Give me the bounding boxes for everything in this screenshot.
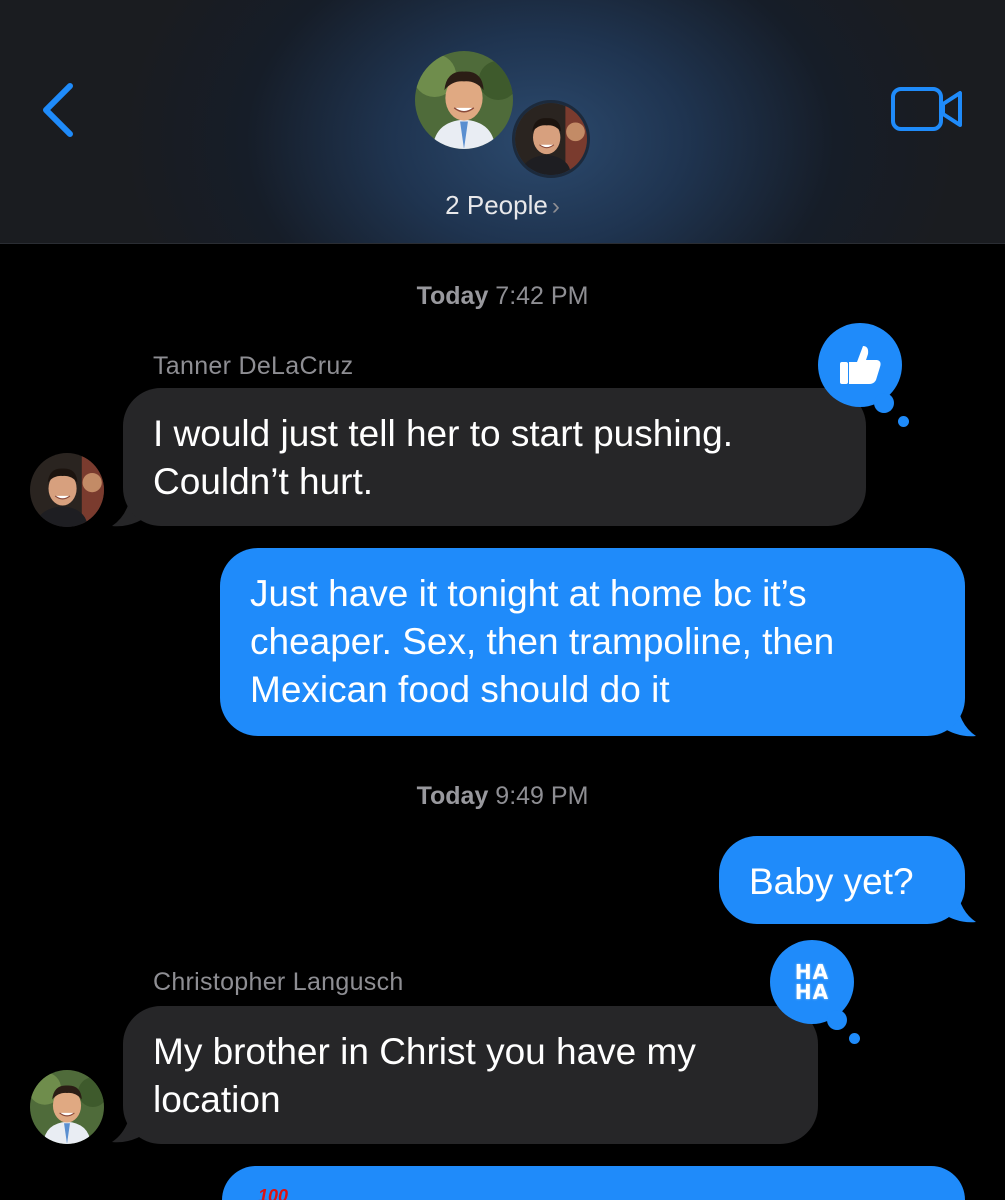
video-camera-icon bbox=[891, 87, 962, 131]
timestamp-day: Today bbox=[416, 282, 489, 310]
timestamp-divider: Today 9:49 PM bbox=[0, 782, 1005, 811]
avatar-tanner[interactable] bbox=[512, 100, 590, 178]
tapback-tail bbox=[874, 393, 894, 413]
tapback-tail bbox=[849, 1033, 860, 1044]
message-line: My brother in Christ you have my bbox=[153, 1031, 696, 1072]
message-line: location bbox=[153, 1079, 281, 1120]
chevron-left-icon bbox=[43, 83, 73, 137]
message-bubble-incoming[interactable]: I would just tell her to start pushing. … bbox=[123, 388, 866, 526]
message-bubble-outgoing[interactable]: 100 bbox=[222, 1166, 965, 1200]
avatar-christopher[interactable] bbox=[30, 1070, 104, 1144]
participants-link[interactable]: 2 People › bbox=[0, 190, 1005, 221]
tapback-tail bbox=[827, 1010, 847, 1030]
message-line: Baby yet? bbox=[749, 861, 914, 902]
chevron-right-icon: › bbox=[551, 193, 560, 220]
message-line: Couldn’t hurt. bbox=[153, 461, 374, 502]
message-bubble-incoming[interactable]: My brother in Christ you have my locatio… bbox=[123, 1006, 818, 1144]
sender-name: Christopher Langusch bbox=[153, 968, 404, 996]
avatar-tanner[interactable] bbox=[30, 453, 104, 527]
avatar-christopher[interactable] bbox=[415, 51, 513, 149]
haha-icon: HA HA bbox=[794, 960, 830, 1004]
timestamp-day: Today bbox=[416, 782, 489, 810]
participants-label: 2 People bbox=[445, 190, 548, 220]
message-line: I would just tell her to start pushing. bbox=[153, 413, 733, 454]
message-line: Mexican food should do it bbox=[250, 669, 670, 710]
facetime-video-button[interactable] bbox=[890, 84, 964, 136]
conversation-header: 2 People › bbox=[0, 0, 1005, 244]
hundred-points-emoji: 100 bbox=[258, 1186, 289, 1200]
timestamp-divider: Today 7:42 PM bbox=[0, 282, 1005, 311]
timestamp-time: 7:42 PM bbox=[495, 282, 589, 310]
sender-name: Tanner DeLaCruz bbox=[153, 352, 354, 380]
message-line: cheaper. Sex, then trampoline, then bbox=[250, 621, 835, 662]
message-line: Just have it tonight at home bc it’s bbox=[250, 573, 807, 614]
message-bubble-outgoing[interactable]: Just have it tonight at home bc it’s che… bbox=[220, 548, 965, 736]
back-button[interactable] bbox=[34, 78, 84, 142]
timestamp-time: 9:49 PM bbox=[495, 782, 589, 810]
tapback-tail bbox=[898, 416, 909, 427]
thumbs-up-icon bbox=[840, 346, 881, 384]
message-bubble-outgoing[interactable]: Baby yet? bbox=[719, 836, 965, 924]
